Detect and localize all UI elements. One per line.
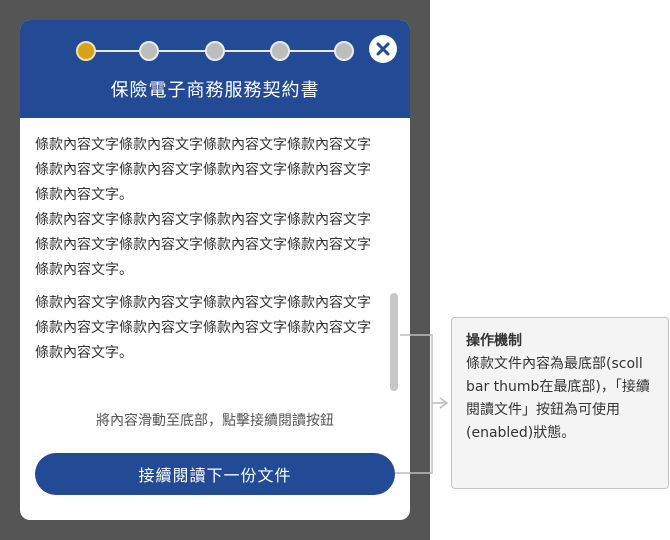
- contract-modal: 保險電子商務服務契約書 條款內容文字條款內容文字條款內容文字條款內容文字條款內容…: [20, 20, 410, 520]
- annotation-title: 操作機制: [466, 333, 522, 349]
- terms-paragraph: 條款內容文字條款內容文字條款內容文字條款內容文字條款內容文字條款內容文字條款內容…: [35, 212, 371, 278]
- step-1: [76, 41, 96, 61]
- terms-scroll-area[interactable]: 條款內容文字條款內容文字條款內容文字條款內容文字條款內容文字條款內容文字條款內容…: [20, 118, 410, 402]
- terms-content: 條款內容文字條款內容文字條款內容文字條款內容文字條款內容文字條款內容文字條款內容…: [35, 133, 381, 366]
- modal-header: 保險電子商務服務契約書: [20, 20, 410, 118]
- step-2: [139, 41, 159, 61]
- progress-stepper: [20, 20, 410, 80]
- continue-reading-button[interactable]: 接續閱讀下一份文件: [35, 453, 395, 495]
- terms-paragraph: 條款內容文字條款內容文字條款內容文字條款內容文字條款內容文字條款內容文字條款內容…: [35, 295, 371, 361]
- scrollbar-thumb[interactable]: [390, 293, 398, 391]
- step-3: [205, 41, 225, 61]
- modal-title: 保險電子商務服務契約書: [110, 80, 320, 101]
- step-4: [270, 41, 290, 61]
- annotation-body: 條款文件內容為最底部(scoll bar thumb在最底部)，「接續閱讀文件」…: [466, 356, 650, 441]
- scroll-hint: 將內容滑動至底部，點擊接續閱讀按鈕: [96, 413, 334, 429]
- terms-paragraph: 條款內容文字條款內容文字條款內容文字條款內容文字條款內容文字條款內容文字條款內容…: [35, 137, 371, 203]
- annotation-note: 操作機制 條款文件內容為最底部(scoll bar thumb在最底部)，「接續…: [451, 317, 669, 489]
- close-icon: [376, 42, 390, 56]
- step-5: [334, 41, 354, 61]
- close-button[interactable]: [369, 35, 397, 63]
